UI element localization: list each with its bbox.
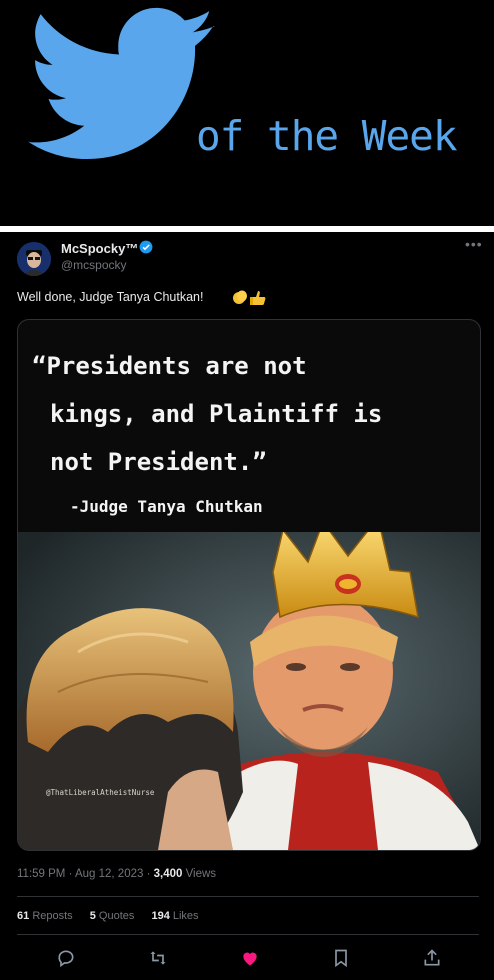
painting-image xyxy=(18,532,480,850)
quotes-label: Quotes xyxy=(98,910,135,922)
quote-line: “Presidents are not xyxy=(32,352,307,380)
divider xyxy=(17,934,479,935)
views-label: Views xyxy=(182,868,217,880)
quote-attribution: -Judge Tanya Chutkan xyxy=(70,497,263,516)
avatar[interactable] xyxy=(17,242,51,276)
share-icon[interactable] xyxy=(422,948,442,968)
timestamp: 11:59 PM · Aug 12, 2023 · 3,400 Views xyxy=(17,868,216,880)
quotes-count: 5 xyxy=(89,910,96,922)
twitter-bird-logo xyxy=(28,7,215,160)
like-icon[interactable] xyxy=(240,948,260,968)
quote-line: kings, and Plaintiff is xyxy=(50,400,383,428)
engagement-stats: 61 Reposts 5 Quotes 194 Likes xyxy=(17,910,213,922)
handle[interactable]: @mcspocky xyxy=(61,258,127,272)
banner: of the Week xyxy=(0,0,494,226)
reposts-count: 61 xyxy=(17,910,30,922)
retweet-icon[interactable] xyxy=(148,948,168,968)
divider xyxy=(17,896,479,897)
tweet-text: Well done, Judge Tanya Chutkan! xyxy=(17,290,204,304)
display-name[interactable]: McSpocky™ xyxy=(61,241,138,256)
bookmark-icon[interactable] xyxy=(331,948,351,968)
reposts-link[interactable]: 61 Reposts xyxy=(17,910,73,922)
clapping-hands-thumbs-up-icon xyxy=(233,290,266,305)
likes-count: 194 xyxy=(151,910,170,922)
reposts-label: Reposts xyxy=(32,910,73,922)
likes-label: Likes xyxy=(172,910,199,922)
watermark: @ThatLiberalAtheistNurse xyxy=(46,788,155,797)
timestamp-text: 11:59 PM · Aug 12, 2023 · xyxy=(17,868,154,880)
verified-badge-icon xyxy=(139,240,153,254)
views-count: 3,400 xyxy=(153,868,183,880)
quotes-link[interactable]: 5 Quotes xyxy=(90,910,135,922)
avatar-image xyxy=(17,242,51,276)
tweet-card: McSpocky™ @mcspocky ••• Well done, Judge… xyxy=(0,232,494,980)
likes-link[interactable]: 194 Likes xyxy=(151,910,198,922)
tweet-media[interactable]: “Presidents are not kings, and Plaintiff… xyxy=(17,319,481,851)
more-options-icon[interactable]: ••• xyxy=(465,236,483,252)
banner-caption: of the Week xyxy=(196,112,458,160)
quote-line: not President.” xyxy=(50,448,267,476)
reply-icon[interactable] xyxy=(56,948,76,968)
